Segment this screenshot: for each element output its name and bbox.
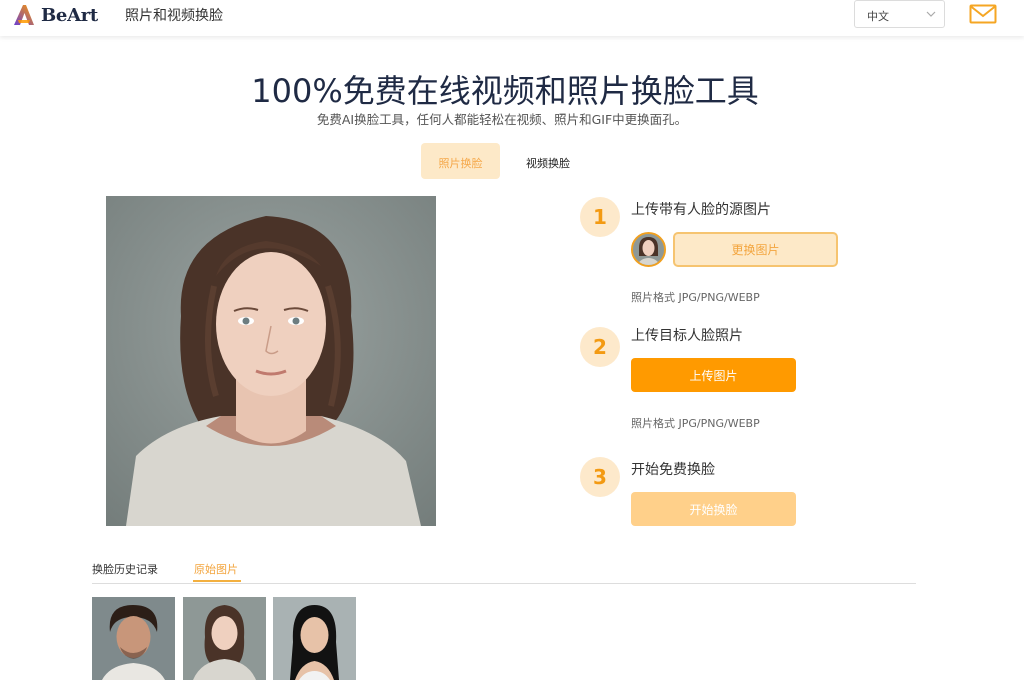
beart-logo-icon <box>14 5 34 25</box>
woman-brown-hair-portrait-icon <box>183 597 266 680</box>
step-2-badge: 2 <box>580 327 620 367</box>
chevron-down-icon <box>926 11 936 17</box>
tab-swap-history[interactable]: 换脸历史记录 <box>92 561 158 577</box>
woman-thumbnail-image <box>633 234 664 265</box>
step-1-badge: 1 <box>580 197 620 237</box>
gallery-item-1[interactable] <box>92 597 175 680</box>
step-1-title: 上传带有人脸的源图片 <box>631 202 771 218</box>
page-title: 100%免费在线视频和照片换脸工具 <box>251 72 759 110</box>
step-2-title: 上传目标人脸照片 <box>631 328 743 344</box>
woman-portrait-image <box>106 196 436 526</box>
change-image-button[interactable]: 更换图片 <box>673 232 838 267</box>
start-swap-button[interactable]: 开始换脸 <box>631 492 796 526</box>
top-header: BeArt 照片和视频换脸 中文 <box>0 0 1024 36</box>
gallery-item-2[interactable] <box>183 597 266 680</box>
woman-black-hair-portrait-icon <box>273 597 356 680</box>
brand-logo[interactable]: BeArt <box>12 2 98 28</box>
mail-icon[interactable] <box>969 4 997 24</box>
page-subtitle: 免费AI换脸工具，任何人都能轻松在视频、照片和GIF中更换面孔。 <box>316 112 688 127</box>
man-curly-hair-portrait-icon <box>92 597 175 680</box>
step-2-format-note: 照片格式 JPG/PNG/WEBP <box>631 417 760 430</box>
step-3-badge: 3 <box>580 457 620 497</box>
step-3-title: 开始免费换脸 <box>631 462 715 478</box>
tab-video-swap[interactable]: 视频换脸 <box>511 143 585 179</box>
tabs-divider <box>92 583 916 584</box>
source-image-preview <box>106 196 436 526</box>
brand-name: BeArt <box>41 4 98 26</box>
step-1-format-note: 照片格式 JPG/PNG/WEBP <box>631 291 760 304</box>
nav-title[interactable]: 照片和视频换脸 <box>125 5 223 25</box>
active-tab-underline <box>193 580 241 582</box>
source-face-thumbnail[interactable] <box>631 232 666 267</box>
upload-image-button[interactable]: 上传图片 <box>631 358 796 392</box>
tab-photo-swap[interactable]: 照片换脸 <box>421 143 500 179</box>
tab-original-images[interactable]: 原始图片 <box>194 561 238 577</box>
language-value: 中文 <box>867 10 889 23</box>
gallery-item-3[interactable] <box>273 597 356 680</box>
language-select[interactable]: 中文 <box>854 0 945 28</box>
